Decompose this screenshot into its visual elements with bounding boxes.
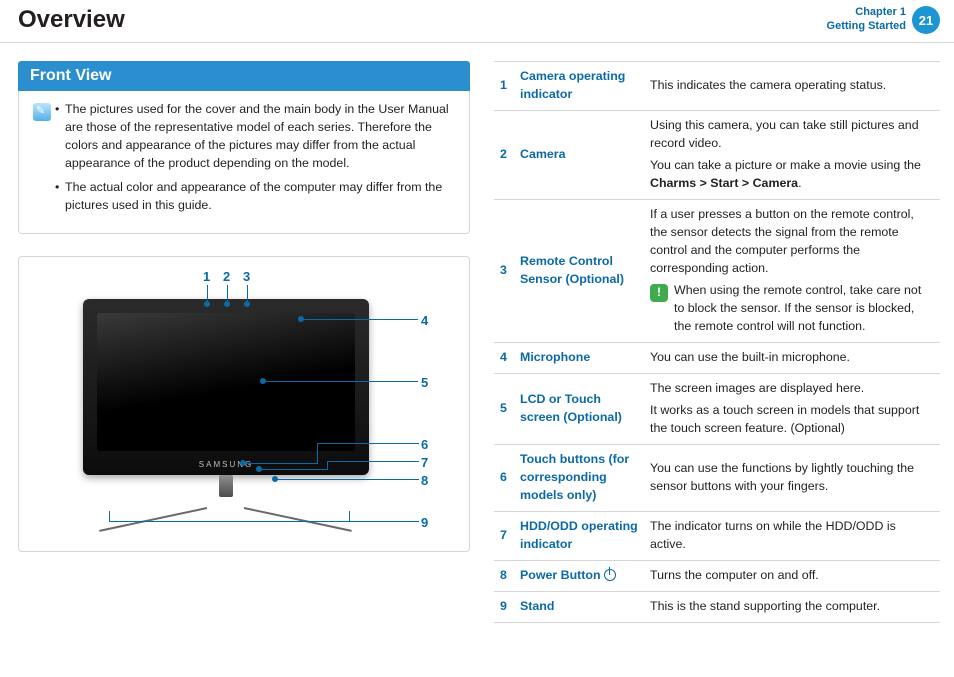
monitor-body: SAMSUNG: [83, 299, 369, 475]
callout-4: 4: [421, 313, 428, 328]
callout-2: 2: [223, 269, 230, 284]
row-term: Power Button: [514, 560, 644, 591]
note-icon: [33, 103, 51, 121]
callout-7: 7: [421, 455, 428, 470]
front-view-diagram: SAMSUNG 1 2 3 4 5 6: [18, 256, 470, 552]
description-paragraph: This indicates the camera operating stat…: [650, 77, 934, 95]
row-description: Using this camera, you can take still pi…: [644, 110, 940, 199]
callout-9: 9: [421, 515, 428, 530]
note-box: The pictures used for the cover and the …: [18, 91, 470, 234]
row-term: LCD or Touch screen (Optional): [514, 373, 644, 444]
table-row: 2CameraUsing this camera, you can take s…: [494, 110, 940, 199]
description-paragraph: You can use the built-in microphone.: [650, 349, 934, 367]
caution-icon: !: [650, 284, 668, 302]
power-icon: [604, 569, 616, 581]
row-description: Turns the computer on and off.: [644, 560, 940, 591]
row-number: 1: [494, 62, 514, 111]
page-title: Overview: [18, 6, 125, 34]
chapter-label: Chapter 1 Getting Started: [827, 6, 906, 34]
caution-block: ! When using the remote control, take car…: [650, 282, 934, 336]
row-description: You can use the functions by lightly tou…: [644, 444, 940, 511]
callout-6: 6: [421, 437, 428, 452]
bullet-icon: [55, 101, 65, 173]
chapter-line1: Chapter 1: [827, 6, 906, 20]
table-row: 4Microphone You can use the built-in micr…: [494, 342, 940, 373]
description-paragraph: Turns the computer on and off.: [650, 567, 934, 585]
note-text: The pictures used for the cover and the …: [65, 101, 455, 173]
row-description: If a user presses a button on the remote…: [644, 199, 940, 342]
table-row: 3Remote Control Sensor (Optional)If a us…: [494, 199, 940, 342]
callout-3: 3: [243, 269, 250, 284]
row-description: You can use the built-in microphone.: [644, 342, 940, 373]
table-row: 5LCD or Touch screen (Optional)The scree…: [494, 373, 940, 444]
description-paragraph: You can use the functions by lightly tou…: [650, 460, 934, 496]
description-paragraph: You can take a picture or make a movie u…: [650, 157, 934, 193]
section-title: Front View: [18, 61, 470, 91]
description-paragraph: It works as a touch screen in models tha…: [650, 402, 934, 438]
row-number: 8: [494, 560, 514, 591]
row-description: This indicates the camera operating stat…: [644, 62, 940, 111]
row-term: Camera: [514, 110, 644, 199]
row-number: 5: [494, 373, 514, 444]
note-item: The actual color and appearance of the c…: [33, 179, 455, 215]
row-term: Stand: [514, 591, 644, 622]
description-paragraph: Using this camera, you can take still pi…: [650, 117, 934, 153]
row-term: HDD/ODD operating indicator: [514, 511, 644, 560]
description-paragraph: The indicator turns on while the HDD/ODD…: [650, 518, 934, 554]
table-row: 7HDD/ODD operating indicatorThe indicato…: [494, 511, 940, 560]
note-item: The pictures used for the cover and the …: [33, 101, 455, 173]
row-term: Remote Control Sensor (Optional): [514, 199, 644, 342]
caution-text: When using the remote control, take care…: [674, 282, 934, 336]
row-number: 6: [494, 444, 514, 511]
table-row: 9Stand This is the stand supporting the c…: [494, 591, 940, 622]
description-paragraph: This is the stand supporting the compute…: [650, 598, 934, 616]
page-number-badge: 21: [912, 6, 940, 34]
callout-1: 1: [203, 269, 210, 284]
page-header: Overview Chapter 1 Getting Started 21: [0, 0, 954, 43]
table-row: 8Power Button Turns the computer on and o…: [494, 560, 940, 591]
component-table-body: 1Camera operating indicator This indicate…: [494, 62, 940, 623]
row-number: 3: [494, 199, 514, 342]
table-row: 1Camera operating indicator This indicate…: [494, 62, 940, 111]
row-number: 9: [494, 591, 514, 622]
row-number: 4: [494, 342, 514, 373]
component-table: 1Camera operating indicator This indicate…: [494, 61, 940, 623]
chapter-line2: Getting Started: [827, 20, 906, 34]
row-term: Microphone: [514, 342, 644, 373]
description-paragraph: If a user presses a button on the remote…: [650, 206, 934, 278]
header-right: Chapter 1 Getting Started 21: [827, 6, 940, 34]
monitor-stand-neck: [219, 475, 233, 497]
row-number: 7: [494, 511, 514, 560]
row-description: This is the stand supporting the compute…: [644, 591, 940, 622]
monitor-stand-leg: [244, 507, 352, 532]
description-paragraph: The screen images are displayed here.: [650, 380, 934, 398]
row-description: The screen images are displayed here. It …: [644, 373, 940, 444]
row-term: Touch buttons (for corresponding models …: [514, 444, 644, 511]
callout-5: 5: [421, 375, 428, 390]
callout-8: 8: [421, 473, 428, 488]
row-description: The indicator turns on while the HDD/ODD…: [644, 511, 940, 560]
monitor-screen: [97, 313, 355, 451]
note-list: The pictures used for the cover and the …: [33, 101, 455, 215]
note-text: The actual color and appearance of the c…: [65, 179, 455, 215]
table-row: 6Touch buttons (for corresponding models…: [494, 444, 940, 511]
row-term: Camera operating indicator: [514, 62, 644, 111]
bullet-icon: [55, 179, 65, 215]
monitor-stand-leg: [99, 507, 207, 532]
row-number: 2: [494, 110, 514, 199]
